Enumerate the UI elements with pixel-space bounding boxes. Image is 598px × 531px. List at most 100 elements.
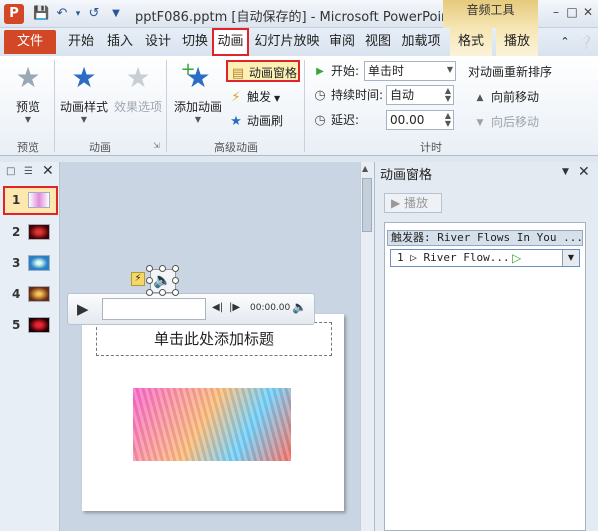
trigger-lightning-icon[interactable]: ⚡ — [131, 272, 145, 286]
slide-thumbnail[interactable] — [28, 286, 50, 302]
animation-list — [384, 222, 586, 531]
trigger-label: 触发 — [247, 90, 272, 104]
save-icon[interactable]: 💾 — [33, 6, 49, 22]
tab-format[interactable]: 格式 — [450, 28, 492, 56]
slide-thumbnail[interactable] — [28, 255, 50, 271]
chevron-down-icon: ▼ — [80, 115, 88, 124]
customize-qat-icon[interactable]: ▼ — [108, 6, 124, 22]
tab-animations[interactable]: 动画 — [212, 28, 249, 56]
group-divider — [304, 60, 305, 152]
add-animation-button[interactable]: ★ + 添加动画 ▼ — [172, 59, 224, 124]
redo-icon[interactable]: ↺ — [86, 6, 102, 22]
delay-input[interactable]: 00.00 ▲ ▼ — [386, 110, 454, 130]
group-divider — [166, 60, 167, 152]
tab-slideshow[interactable]: 幻灯片放映 — [254, 28, 320, 56]
resize-handle[interactable] — [172, 289, 179, 296]
tab-review[interactable]: 审阅 — [326, 28, 358, 56]
slide-number: 2 — [12, 225, 21, 239]
animation-painter-button[interactable]: ★ 动画刷 — [228, 110, 288, 132]
minimize-icon[interactable]: – — [548, 4, 564, 20]
trigger-button[interactable]: ⚡ 触发 ▼ — [228, 86, 288, 108]
collapse-ribbon-icon[interactable]: ⌃ — [557, 28, 573, 56]
chevron-down-icon: ▼ — [24, 115, 32, 124]
pane-options-icon[interactable]: ▼ — [562, 167, 569, 177]
resize-handle[interactable] — [172, 277, 179, 284]
chevron-down-icon[interactable]: ▼ — [562, 250, 579, 266]
play-icon: ▶ — [316, 65, 324, 77]
title-placeholder[interactable]: 单击此处添加标题 — [96, 322, 332, 356]
arrow-up-icon: ▲ — [476, 92, 484, 103]
tab-playback[interactable]: 播放 — [496, 28, 538, 56]
slide-thumbnail[interactable] — [28, 317, 50, 333]
tab-file[interactable]: 文件 — [4, 30, 56, 54]
resize-handle[interactable] — [146, 289, 153, 296]
slide-thumbnail[interactable] — [28, 192, 50, 208]
duration-input[interactable]: 自动 ▲ ▼ — [386, 85, 454, 105]
resize-handle[interactable] — [146, 277, 153, 284]
effect-options-label: 效果选项 — [113, 100, 162, 114]
play-triangle-icon: ▷ — [512, 251, 522, 265]
resize-handle[interactable] — [159, 289, 166, 296]
help-icon[interactable]: ❔ — [578, 28, 594, 56]
restore-icon[interactable]: □ — [564, 4, 580, 20]
animation-item[interactable]: 1 ▷ River Flow... — [390, 249, 580, 267]
add-animation-label: 添加动画 — [173, 100, 222, 114]
move-later-label: 向后移动 — [491, 115, 540, 129]
start-value: 单击时 — [368, 64, 405, 78]
start-select[interactable]: 单击时 ▼ — [364, 61, 456, 81]
speaker-icon: 🔈 — [153, 271, 172, 289]
window-title: pptF086.pptm [自动保存的] - Microsoft PowerPo… — [135, 10, 455, 25]
close-panel-icon[interactable]: ✕ — [42, 163, 54, 179]
group-advanced-animation-label: 高级动画 — [214, 141, 258, 154]
arrow-down-icon: ▼ — [476, 117, 484, 128]
tab-insert[interactable]: 插入 — [104, 28, 136, 56]
animation-pane-button[interactable]: ▤ 动画窗格 — [226, 60, 300, 82]
lightning-icon: ⚡ — [231, 89, 241, 105]
clock-icon: ◷ — [314, 87, 326, 103]
resize-handle[interactable] — [146, 265, 153, 272]
play-icon[interactable]: ▶ — [77, 299, 95, 319]
slide-number: 1 — [12, 193, 21, 207]
preview-star-icon: ★ — [15, 61, 41, 94]
move-earlier-button[interactable]: ▲ 向前移动 — [472, 86, 539, 108]
preview-button[interactable]: ★ 预览 ▼ — [10, 61, 46, 125]
close-pane-icon[interactable]: ✕ — [578, 164, 590, 180]
slides-tab-icon[interactable]: □ — [6, 166, 15, 177]
resize-handle[interactable] — [159, 265, 166, 272]
seek-back-icon[interactable]: ◀| — [212, 302, 223, 313]
audio-progress-bar[interactable] — [102, 298, 206, 320]
undo-dropdown-icon[interactable]: ▾ — [70, 6, 86, 22]
tab-view[interactable]: 视图 — [362, 28, 394, 56]
spinner-icon[interactable]: ▲ ▼ — [445, 87, 451, 103]
animation-painter-icon: ★ — [230, 113, 242, 129]
tab-home[interactable]: 开始 — [64, 28, 98, 56]
move-later-button: ▼ 向后移动 — [472, 111, 539, 133]
seek-forward-icon[interactable]: |▶ — [229, 302, 240, 313]
animation-pane-icon: ▤ — [231, 65, 245, 81]
animation-pane-label: 动画窗格 — [249, 66, 298, 80]
close-icon[interactable]: ✕ — [580, 4, 596, 20]
outline-tab-icon[interactable]: ☰ — [24, 166, 33, 177]
audio-tools-context-label: 音频工具 — [443, 0, 538, 28]
undo-icon[interactable]: ↶ — [54, 6, 70, 22]
tab-design[interactable]: 设计 — [142, 28, 174, 56]
animation-styles-button[interactable]: ★ 动画样式 ▼ — [58, 62, 110, 125]
trigger-header[interactable]: 触发器: River Flows In You ... — [387, 230, 583, 246]
group-preview-label: 预览 — [17, 141, 39, 154]
spinner-icon[interactable]: ▲ ▼ — [445, 112, 451, 128]
scroll-up-icon[interactable]: ▲ — [362, 164, 368, 173]
tab-addins[interactable]: 加载项 — [399, 28, 443, 56]
scroll-thumb[interactable] — [362, 178, 372, 232]
group-animation-label: 动画 — [89, 141, 111, 154]
dialog-launcher-icon[interactable]: ⇲ — [153, 141, 160, 150]
volume-icon[interactable]: 🔈 — [292, 300, 307, 314]
slide-thumbnail[interactable] — [28, 224, 50, 240]
duration-value: 自动 — [390, 88, 415, 102]
tab-transitions[interactable]: 切换 — [179, 28, 211, 56]
clock-icon: ◷ — [314, 112, 326, 128]
preview-label: 预览 — [15, 100, 40, 114]
powerpoint-app-icon[interactable]: P — [4, 4, 24, 24]
resize-handle[interactable] — [172, 265, 179, 272]
chevron-down-icon: ▼ — [274, 94, 281, 103]
slide-number: 3 — [12, 256, 21, 270]
